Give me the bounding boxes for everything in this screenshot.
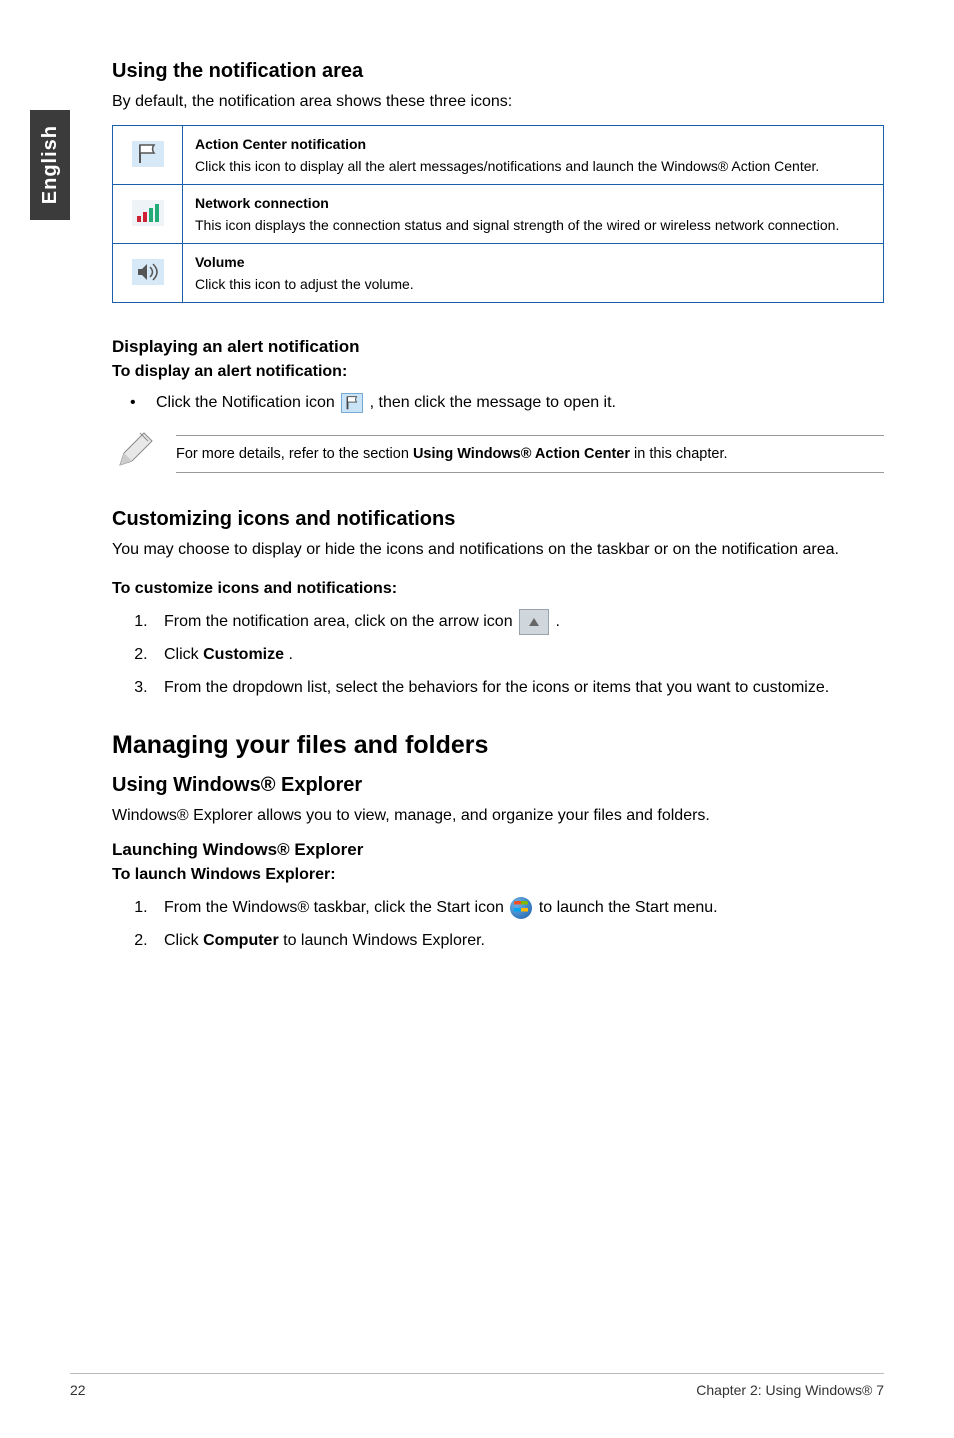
using-explorer-intro: Windows® Explorer allows you to view, ma…: [112, 805, 884, 827]
step-bold: Customize: [203, 646, 284, 663]
bullet-text-post: , then click the message to open it.: [370, 394, 616, 411]
language-tab: English: [30, 110, 70, 220]
row-desc: Click this icon to adjust the volume.: [195, 276, 871, 292]
windows-start-icon: [510, 897, 532, 919]
list-item: Click Customize .: [152, 641, 884, 668]
note-bold: Using Windows® Action Center: [413, 446, 630, 462]
list-item: From the notification area, click on the…: [152, 608, 884, 635]
step-text-post: to launch the Start menu.: [539, 899, 718, 916]
note-text: For more details, refer to the section U…: [176, 435, 884, 473]
table-row: Network connection This icon displays th…: [113, 185, 884, 244]
step-text-pre: Click: [164, 646, 203, 663]
page-number: 22: [70, 1382, 86, 1398]
main-content: Using the notification area By default, …: [112, 60, 884, 954]
pencil-note-icon: [112, 429, 156, 478]
up-arrow-icon: [519, 609, 549, 635]
step-bold: Computer: [203, 932, 279, 949]
subheading-launching-explorer: Launching Windows® Explorer: [112, 840, 884, 860]
table-row: Volume Click this icon to adjust the vol…: [113, 244, 884, 303]
bullet-text-pre: Click the Notification icon: [156, 394, 339, 411]
network-connection-icon: [130, 200, 166, 228]
icon-cell: [113, 244, 183, 303]
icon-desc-cell: Action Center notification Click this ic…: [183, 126, 884, 185]
note-post: in this chapter.: [634, 446, 728, 462]
chapter-label: Chapter 2: Using Windows® 7: [696, 1382, 884, 1398]
subheading-display-alert: Displaying an alert notification: [112, 337, 884, 357]
notification-area-intro: By default, the notification area shows …: [112, 91, 884, 113]
alert-bullet-list: Click the Notification icon , then click…: [112, 391, 884, 415]
row-title: Action Center notification: [195, 136, 871, 152]
step-text-pre: From the Windows® taskbar, click the Sta…: [164, 899, 508, 916]
step-text-pre: Click: [164, 932, 203, 949]
action-center-flag-icon: [132, 141, 164, 167]
launch-steps: From the Windows® taskbar, click the Sta…: [112, 894, 884, 954]
notification-flag-icon: [341, 393, 363, 413]
step-text: From the dropdown list, select the behav…: [164, 679, 829, 696]
notification-icons-table: Action Center notification Click this ic…: [112, 125, 884, 303]
list-item: Click Computer to launch Windows Explore…: [152, 927, 884, 954]
volume-icon: [130, 259, 166, 287]
step-text-pre: From the notification area, click on the…: [164, 613, 517, 630]
section-heading-notification-area: Using the notification area: [112, 60, 884, 83]
step-text-post: .: [288, 646, 292, 663]
subheading-display-alert-instruction: To display an alert notification:: [112, 363, 884, 381]
icon-desc-cell: Network connection This icon displays th…: [183, 185, 884, 244]
icon-cell: [113, 126, 183, 185]
row-title: Network connection: [195, 195, 871, 211]
subheading-launch-instruction: To launch Windows Explorer:: [112, 866, 884, 884]
step-text-post: .: [556, 613, 560, 630]
section-heading-using-explorer: Using Windows® Explorer: [112, 774, 884, 797]
row-desc: This icon displays the connection status…: [195, 217, 871, 233]
table-row: Action Center notification Click this ic…: [113, 126, 884, 185]
section-heading-customizing: Customizing icons and notifications: [112, 508, 884, 531]
note-block: For more details, refer to the section U…: [112, 429, 884, 478]
language-tab-label: English: [39, 125, 62, 204]
customize-steps: From the notification area, click on the…: [112, 608, 884, 702]
note-pre: For more details, refer to the section: [176, 446, 413, 462]
icon-cell: [113, 185, 183, 244]
heading-managing-files: Managing your files and folders: [112, 731, 884, 760]
step-text-post: to launch Windows Explorer.: [283, 932, 485, 949]
customizing-intro: You may choose to display or hide the ic…: [112, 539, 884, 561]
page-footer: 22 Chapter 2: Using Windows® 7: [70, 1373, 884, 1398]
icon-desc-cell: Volume Click this icon to adjust the vol…: [183, 244, 884, 303]
list-item: From the dropdown list, select the behav…: [152, 674, 884, 701]
row-title: Volume: [195, 254, 871, 270]
row-desc: Click this icon to display all the alert…: [195, 158, 871, 174]
list-item: From the Windows® taskbar, click the Sta…: [152, 894, 884, 921]
subheading-customize-instruction: To customize icons and notifications:: [112, 580, 884, 598]
page-root: English Using the notification area By d…: [0, 0, 954, 1438]
list-item: Click the Notification icon , then click…: [130, 391, 884, 415]
